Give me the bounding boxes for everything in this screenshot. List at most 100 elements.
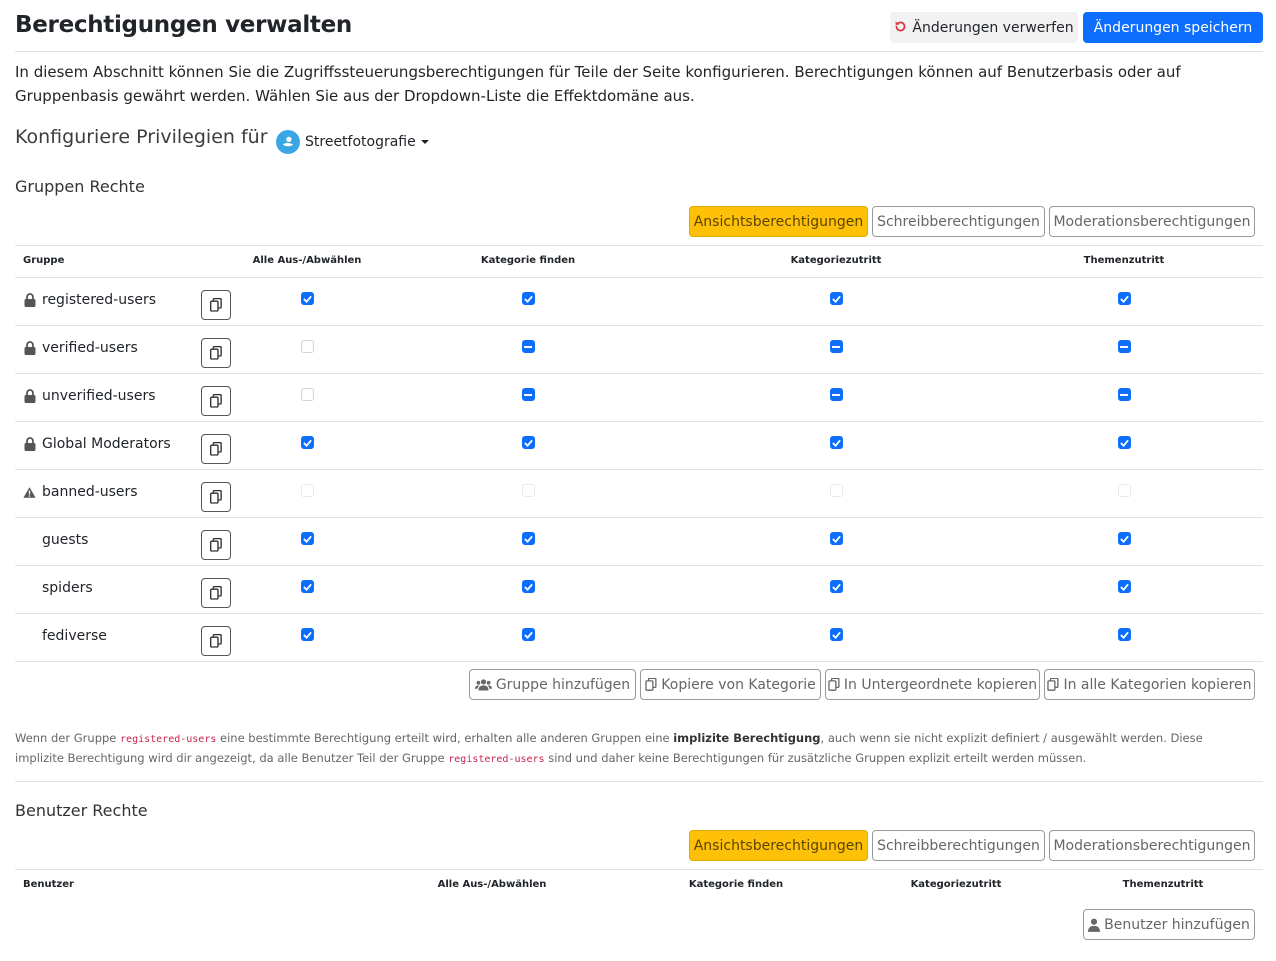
- copy-icon: [210, 442, 222, 456]
- groups-tab-view[interactable]: Ansichtsberechtigungen: [689, 206, 868, 237]
- implicit-permission-note: Wenn der Gruppe registered-users eine be…: [15, 729, 1245, 769]
- checkbox-find-category[interactable]: [521, 292, 535, 305]
- checkbox-category-access[interactable]: [829, 340, 843, 353]
- group-name-label: registered-users: [42, 292, 157, 308]
- checkbox-select-all[interactable]: [300, 292, 314, 305]
- save-changes-button[interactable]: Änderungen speichern: [1083, 12, 1263, 43]
- domain-logo-icon: [276, 130, 300, 154]
- group-name-label: unverified-users: [42, 388, 156, 404]
- checkbox-category-access[interactable]: [829, 388, 843, 401]
- table-top-divider: [15, 245, 1263, 246]
- checkbox-select-all[interactable]: [300, 532, 314, 545]
- checkbox-find-category[interactable]: [521, 532, 535, 545]
- group-name-label: spiders: [42, 580, 93, 596]
- checkbox-select-all: [300, 484, 314, 497]
- row-divider: [15, 517, 1263, 518]
- undo-icon: [894, 19, 907, 37]
- groups-section-title: Gruppen Rechte: [15, 177, 145, 196]
- checkbox-topic-access[interactable]: [1117, 580, 1131, 593]
- copy-group-button[interactable]: [201, 290, 231, 320]
- checkbox-category-access[interactable]: [829, 436, 843, 449]
- groups-tab-write[interactable]: Schreibberechtigungen: [872, 206, 1045, 237]
- groups-tab-moderation[interactable]: Moderationsberechtigungen: [1049, 206, 1255, 237]
- checkbox-category-access: [829, 484, 843, 497]
- copy-group-button[interactable]: [201, 386, 231, 416]
- users-tab-view[interactable]: Ansichtsberechtigungen: [689, 830, 868, 861]
- user-icon: [1088, 918, 1101, 932]
- checkbox-find-category[interactable]: [521, 388, 535, 401]
- checkbox-category-access[interactable]: [829, 580, 843, 593]
- copy-icon: [645, 678, 657, 691]
- checkbox-topic-access[interactable]: [1117, 436, 1131, 449]
- checkbox-find-category[interactable]: [521, 580, 535, 593]
- group-name: spiders: [23, 580, 93, 596]
- copy-icon: [210, 634, 222, 648]
- copy-group-button[interactable]: [201, 530, 231, 560]
- group-name-label: fediverse: [42, 628, 107, 644]
- copy-group-button[interactable]: [201, 578, 231, 608]
- group-name-label: guests: [42, 532, 89, 548]
- checkbox-topic-access: [1117, 484, 1131, 497]
- group-name: fediverse: [23, 628, 107, 644]
- copy-group-button[interactable]: [201, 434, 231, 464]
- configure-label: Konfiguriere Privilegien für: [15, 126, 268, 148]
- checkbox-select-all[interactable]: [300, 436, 314, 449]
- checkbox-topic-access[interactable]: [1117, 388, 1131, 401]
- col-header-select-all: Alle Aus-/Abwählen: [437, 879, 547, 890]
- checkbox-category-access[interactable]: [829, 292, 843, 305]
- group-name-label: verified-users: [42, 340, 138, 356]
- col-header-find-category: Kategorie finden: [688, 879, 784, 890]
- col-header-group: Gruppe: [23, 255, 65, 266]
- note-text: Wenn der Gruppe: [15, 731, 121, 745]
- checkbox-select-all[interactable]: [300, 340, 314, 353]
- page-title: Berechtigungen verwalten: [15, 12, 352, 38]
- group-name: verified-users: [23, 340, 138, 356]
- col-header-user: Benutzer: [23, 879, 74, 890]
- copy-group-button[interactable]: [201, 626, 231, 656]
- checkbox-category-access[interactable]: [829, 532, 843, 545]
- copy-icon: [210, 586, 222, 600]
- header-divider: [15, 51, 1263, 52]
- domain-dropdown[interactable]: Streetfotografie: [276, 130, 429, 154]
- copy-icon: [210, 538, 222, 552]
- row-divider: [15, 469, 1263, 470]
- group-name: Global Moderators: [23, 436, 171, 452]
- users-tab-moderation[interactable]: Moderationsberechtigungen: [1049, 830, 1255, 861]
- checkbox-topic-access[interactable]: [1117, 628, 1131, 641]
- users-section-title: Benutzer Rechte: [15, 801, 148, 820]
- copy-group-button[interactable]: [201, 338, 231, 368]
- checkbox-topic-access[interactable]: [1117, 292, 1131, 305]
- checkbox-find-category[interactable]: [521, 628, 535, 641]
- copy-group-button[interactable]: [201, 482, 231, 512]
- checkbox-category-access[interactable]: [829, 628, 843, 641]
- copy-to-children-button[interactable]: In Untergeordnete kopieren: [825, 669, 1040, 700]
- copy-icon: [210, 346, 222, 360]
- checkbox-topic-access[interactable]: [1117, 340, 1131, 353]
- col-header-select-all: Alle Aus-/Abwählen: [252, 255, 362, 266]
- caret-down-icon: [420, 140, 429, 144]
- copy-icon: [210, 394, 222, 408]
- group-name-label: banned-users: [42, 484, 138, 500]
- checkbox-find-category: [521, 484, 535, 497]
- discard-changes-button[interactable]: Änderungen verwerfen: [890, 12, 1078, 43]
- checkbox-select-all[interactable]: [300, 580, 314, 593]
- checkbox-topic-access[interactable]: [1117, 532, 1131, 545]
- checkbox-select-all[interactable]: [300, 388, 314, 401]
- checkbox-find-category[interactable]: [521, 436, 535, 449]
- warning-icon: [23, 486, 36, 499]
- note-code: registered-users: [448, 754, 545, 765]
- add-group-button[interactable]: Gruppe hinzufügen: [469, 669, 636, 700]
- checkbox-select-all[interactable]: [300, 628, 314, 641]
- lock-icon: [23, 389, 36, 403]
- copy-icon: [828, 678, 840, 691]
- discard-label: Änderungen verwerfen: [912, 19, 1074, 36]
- checkbox-find-category[interactable]: [521, 340, 535, 353]
- add-user-label: Benutzer hinzufügen: [1104, 916, 1250, 933]
- row-divider: [15, 373, 1263, 374]
- users-tab-write[interactable]: Schreibberechtigungen: [872, 830, 1045, 861]
- copy-to-all-categories-button[interactable]: In alle Kategorien kopieren: [1044, 669, 1255, 700]
- add-user-button[interactable]: Benutzer hinzufügen: [1083, 909, 1255, 940]
- copy-from-category-button[interactable]: Kopiere von Kategorie: [640, 669, 821, 700]
- group-name: guests: [23, 532, 88, 548]
- lock-icon: [23, 341, 36, 355]
